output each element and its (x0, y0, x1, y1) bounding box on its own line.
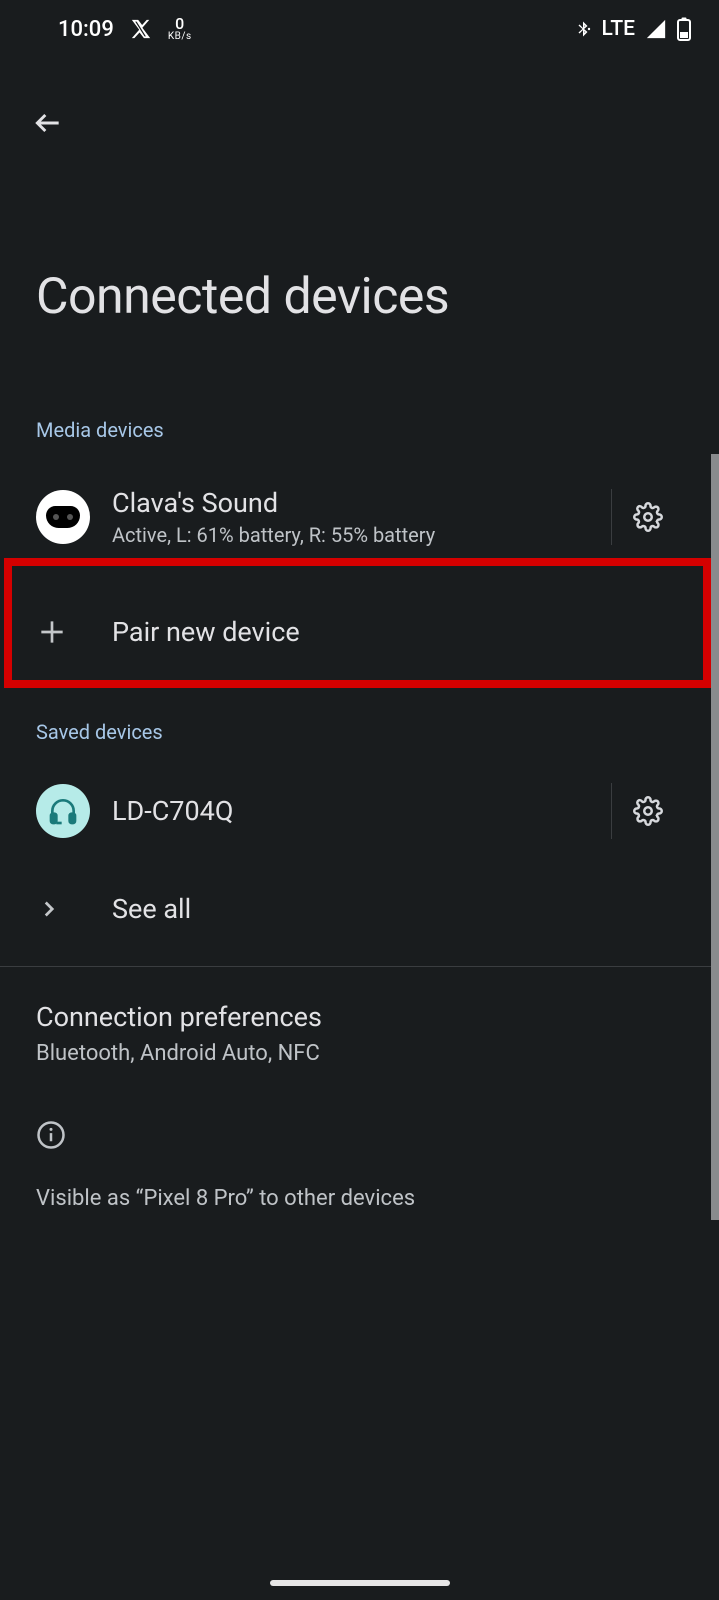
saved-device-name: LD-C704Q (112, 795, 599, 827)
back-button[interactable] (28, 103, 68, 143)
media-device-status: Active, L: 61% battery, R: 55% battery (112, 523, 599, 547)
info-icon (0, 1120, 719, 1150)
visibility-info-text: Visible as “Pixel 8 Pro” to other device… (0, 1186, 719, 1211)
plus-icon (36, 616, 112, 648)
connection-preferences-row[interactable]: Connection preferences Bluetooth, Androi… (0, 1001, 719, 1066)
connection-preferences-title: Connection preferences (36, 1001, 683, 1033)
connection-preferences-sub: Bluetooth, Android Auto, NFC (36, 1041, 683, 1066)
page-title: Connected devices (0, 158, 719, 326)
chevron-right-icon (36, 896, 112, 922)
status-time: 10:09 (58, 17, 114, 42)
network-type: LTE (602, 17, 635, 41)
see-all-label: See all (112, 893, 671, 925)
saved-device-settings-button[interactable] (611, 783, 683, 839)
x-app-icon (130, 18, 152, 40)
section-saved-label: Saved devices (0, 720, 719, 744)
cell-signal-icon (645, 18, 667, 40)
toolbar (0, 88, 719, 158)
media-device-row[interactable]: Clava's Sound Active, L: 61% battery, R:… (0, 468, 719, 566)
pair-new-device-row[interactable]: Pair new device (0, 572, 719, 692)
status-net-speed: 0 KB/s (168, 16, 192, 42)
earbuds-icon (36, 490, 112, 544)
bluetooth-icon (574, 18, 592, 40)
media-device-settings-button[interactable] (611, 489, 683, 545)
divider (0, 966, 719, 967)
saved-device-row[interactable]: LD-C704Q (0, 762, 719, 860)
scrollbar[interactable] (711, 454, 719, 1220)
status-left: 10:09 0 KB/s (58, 16, 192, 42)
nav-handle[interactable] (270, 1580, 450, 1586)
speed-value: 0 (175, 16, 184, 32)
status-bar: 10:09 0 KB/s LTE (0, 0, 719, 58)
media-device-name: Clava's Sound (112, 487, 599, 519)
battery-icon (677, 17, 691, 41)
speed-unit: KB/s (168, 32, 192, 42)
status-right: LTE (574, 17, 691, 41)
pair-new-device-label: Pair new device (112, 616, 671, 648)
section-media-label: Media devices (0, 418, 719, 442)
headphone-icon (36, 784, 112, 838)
see-all-row[interactable]: See all (0, 860, 719, 958)
